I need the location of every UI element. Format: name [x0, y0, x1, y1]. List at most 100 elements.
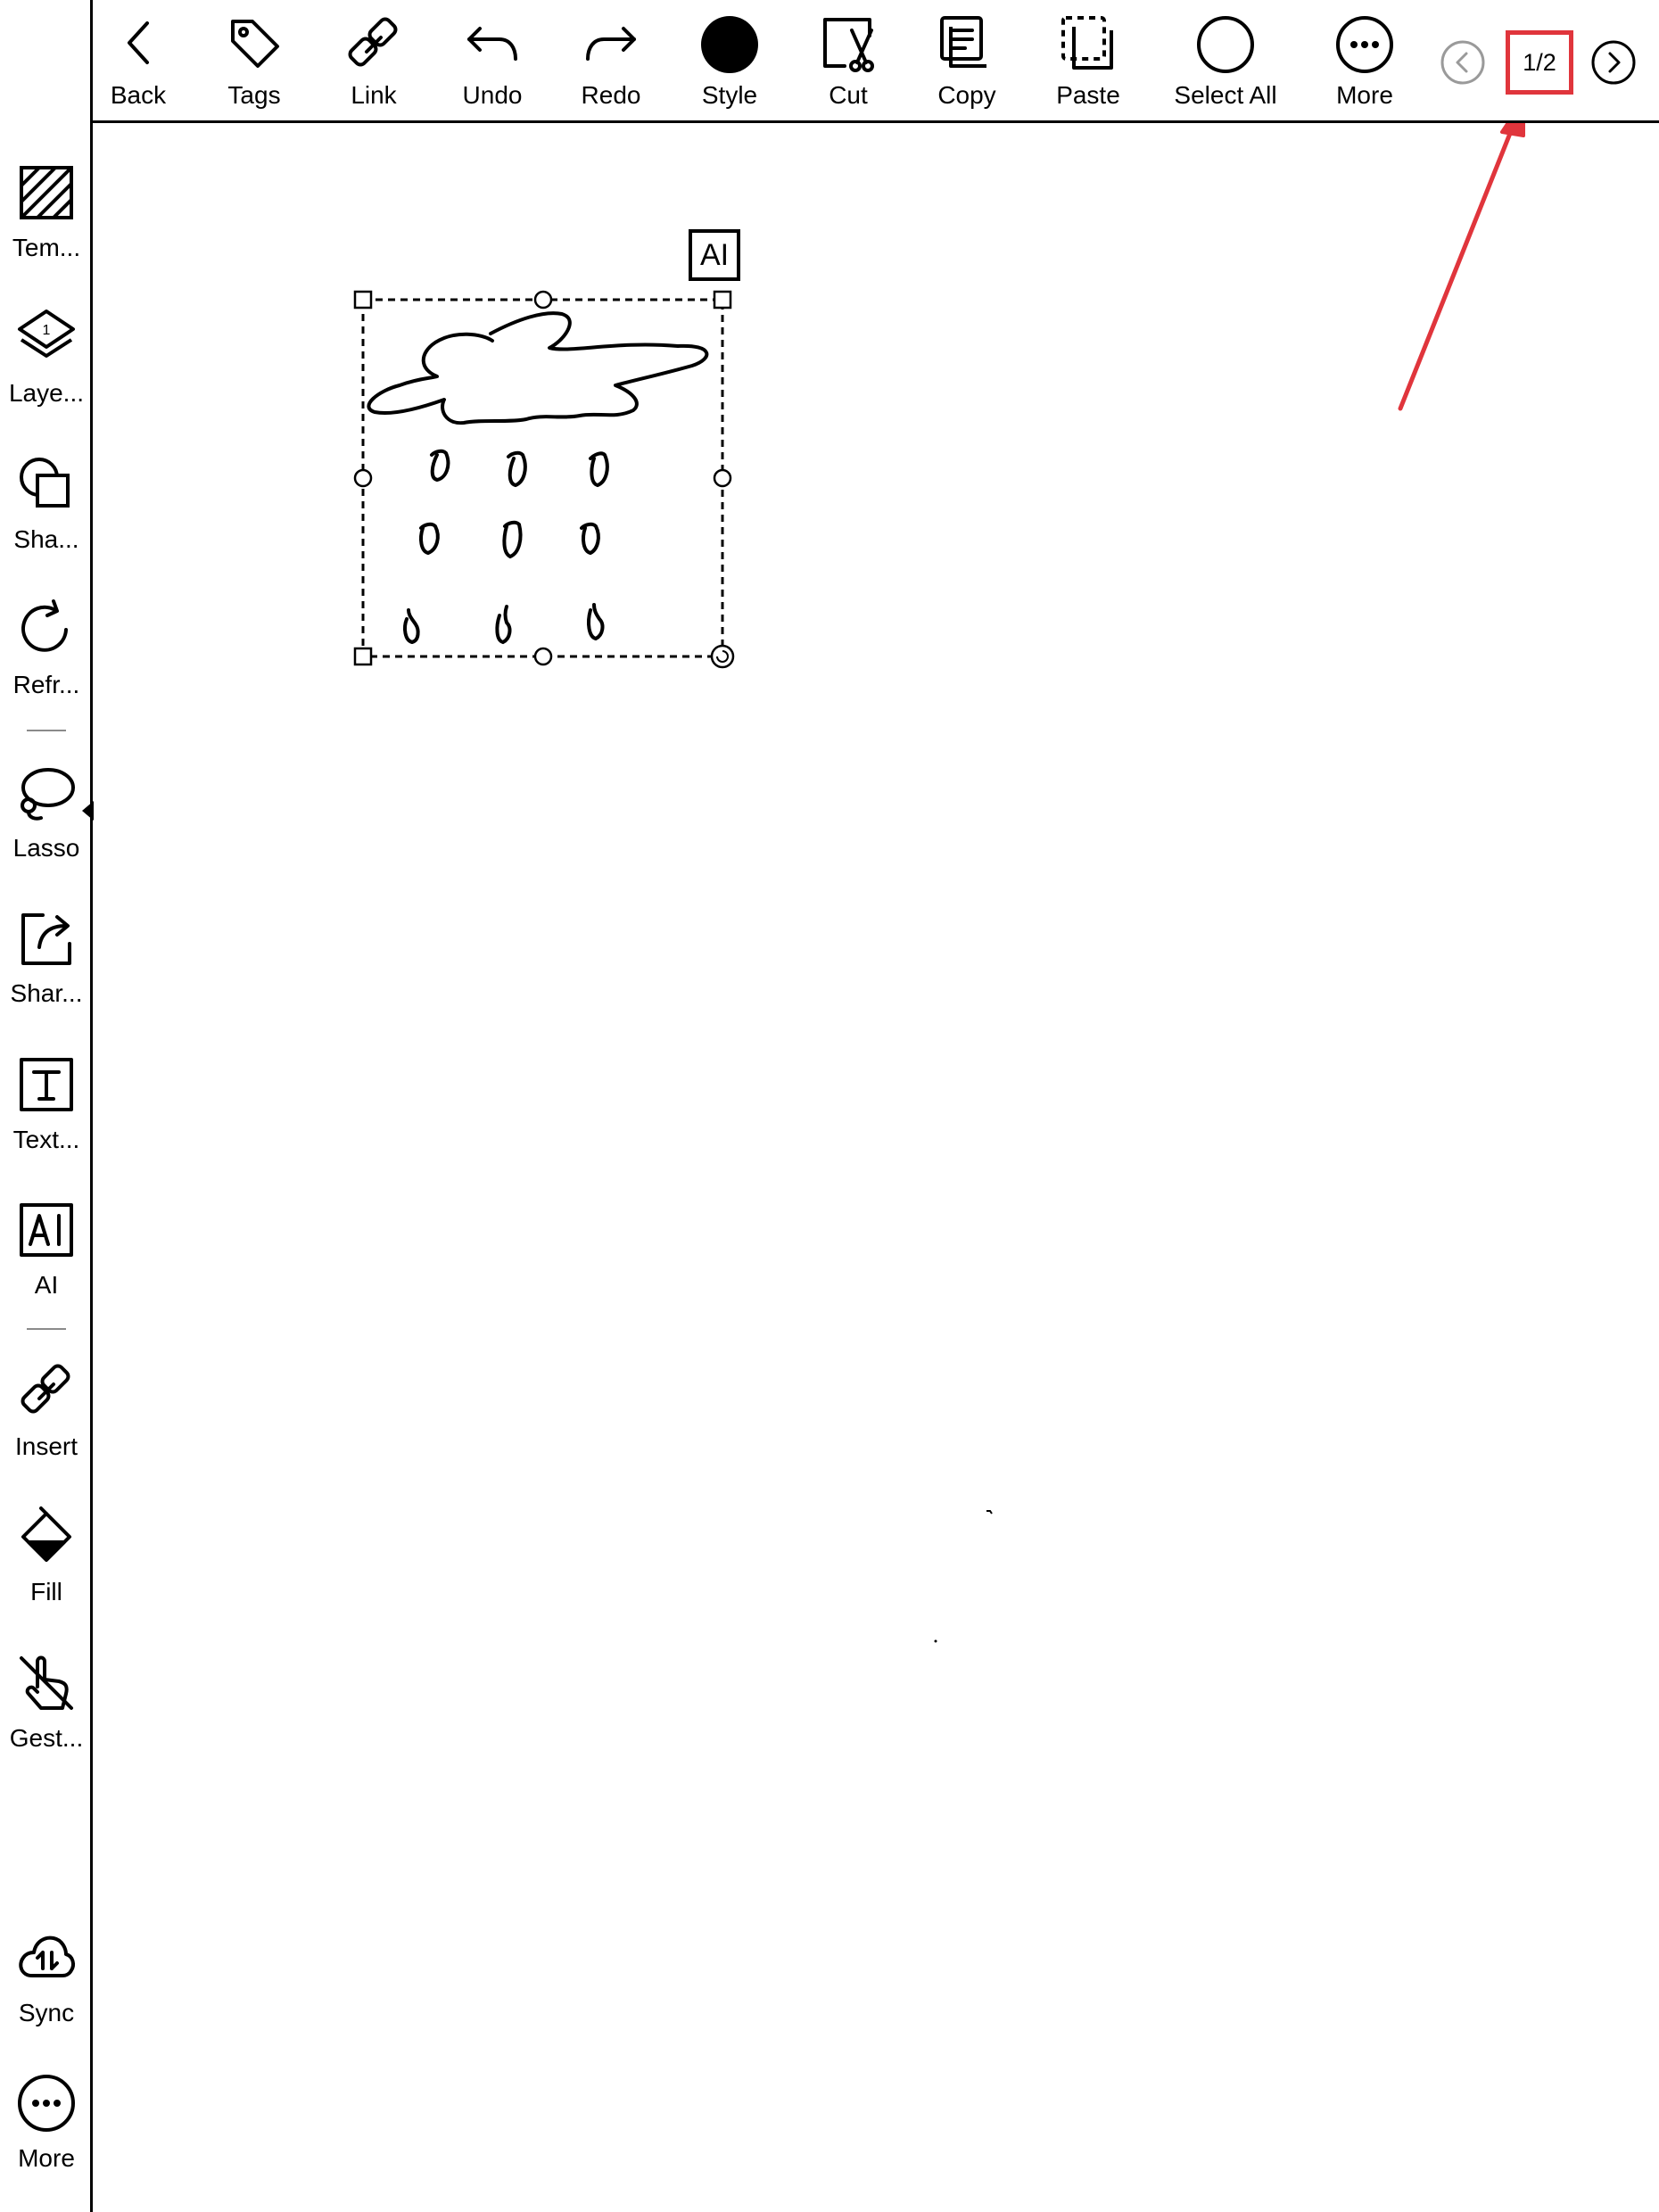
resize-handle-bottom[interactable] [533, 647, 553, 666]
lasso-button[interactable]: Lasso [0, 761, 93, 863]
circle-outline-icon [1197, 16, 1254, 73]
insert-label: Insert [14, 1432, 78, 1460]
undo-icon [467, 27, 517, 61]
raindrop-mark [502, 520, 523, 559]
resize-handle-right[interactable] [713, 468, 732, 488]
stray-ink-speck [934, 1639, 937, 1643]
select-all-button[interactable]: Select All [1168, 0, 1283, 123]
more-dots-icon [1336, 16, 1393, 73]
text-box-icon [20, 1058, 73, 1111]
layers-button[interactable]: 1 Laye... [0, 306, 93, 408]
fill-button[interactable]: Fill [0, 1505, 93, 1606]
paste-button[interactable]: Paste [1052, 0, 1124, 123]
rotate-handle[interactable] [710, 644, 735, 669]
top-toolbar: Back Tags Link Undo Redo Style Cut Copy … [0, 0, 1659, 123]
cut-button[interactable]: Cut [815, 0, 881, 123]
refresh-button[interactable]: Refr... [0, 598, 93, 699]
undo-label: Undo [462, 81, 523, 109]
back-button[interactable]: Back [105, 0, 171, 123]
redo-button[interactable]: Redo [578, 0, 644, 123]
resize-handle-bottom-left[interactable] [353, 647, 373, 666]
templates-label: Tem... [12, 234, 81, 261]
more-label: More [1336, 81, 1393, 109]
tags-label: Tags [227, 81, 281, 109]
text-button[interactable]: Text... [0, 1052, 93, 1154]
back-label: Back [110, 81, 167, 109]
ai-badge-label: AI [700, 238, 729, 272]
tags-button[interactable]: Tags [221, 0, 287, 123]
gestures-label: Gest... [9, 1724, 84, 1752]
undo-button[interactable]: Undo [459, 0, 525, 123]
select-all-label: Select All [1174, 81, 1277, 109]
share-label: Shar... [10, 979, 83, 1007]
sync-button[interactable]: Sync [0, 1926, 93, 2027]
cut-label: Cut [829, 81, 868, 109]
sidebar-divider [27, 1328, 66, 1330]
ai-icon [20, 1203, 73, 1257]
ai-button[interactable]: AI [0, 1198, 93, 1300]
text-label: Text... [12, 1126, 80, 1153]
link-button[interactable]: Link [341, 0, 407, 123]
templates-button[interactable]: Tem... [0, 161, 93, 262]
ai-label: AI [34, 1271, 59, 1299]
raindrop-mark [495, 605, 512, 645]
paste-icon [1061, 16, 1113, 70]
copy-button[interactable]: Copy [934, 0, 1000, 123]
canvas-layer: AI [353, 123, 1525, 1643]
copy-icon [940, 16, 986, 68]
raindrop-mark [580, 522, 600, 556]
scissors-icon [823, 18, 874, 72]
sidebar-more-label: More [18, 2144, 75, 2172]
resize-handle-top-left[interactable] [353, 290, 373, 310]
resize-handle-top-right[interactable] [713, 290, 732, 310]
selection-box[interactable] [361, 298, 724, 658]
drawing-canvas[interactable]: AI [93, 123, 1659, 2212]
insert-link-icon [21, 1364, 70, 1414]
sidebar-divider [27, 730, 66, 731]
handwritten-cloud-stroke [367, 311, 709, 425]
shapes-button[interactable]: Sha... [0, 452, 93, 554]
sync-label: Sync [18, 1999, 75, 2026]
style-label: Style [701, 81, 758, 109]
previous-page-button[interactable] [1440, 39, 1486, 86]
refresh-icon [21, 599, 68, 652]
raindrop-mark [430, 449, 450, 483]
raindrop-mark [419, 522, 440, 556]
style-button[interactable]: Style [697, 0, 763, 123]
fill-label: Fill [30, 1578, 62, 1605]
template-hatch-icon [20, 166, 73, 219]
filled-circle-icon [701, 16, 758, 73]
layers-label: Laye... [8, 379, 85, 407]
more-button[interactable]: More [1332, 0, 1398, 123]
chevron-left-icon [128, 21, 149, 64]
shapes-label: Sha... [13, 525, 79, 553]
raindrop-mark [587, 603, 605, 641]
share-button[interactable]: Shar... [0, 906, 93, 1008]
next-page-button[interactable] [1590, 39, 1637, 86]
copy-label: Copy [937, 81, 996, 109]
raindrop-mark [589, 451, 609, 488]
resize-handle-left[interactable] [353, 468, 373, 488]
layers-icon: 1 [18, 310, 75, 358]
cloud-sync-icon [19, 1936, 75, 1977]
stray-ink-speck [986, 1510, 993, 1515]
paste-label: Paste [1056, 81, 1120, 109]
insert-button[interactable]: Insert [0, 1359, 93, 1461]
link-icon [348, 17, 398, 67]
redo-icon [586, 27, 636, 61]
chevron-right-circle-icon [1591, 40, 1636, 85]
gestures-button[interactable]: Gest... [0, 1651, 93, 1753]
annotation-arrow [1398, 123, 1525, 411]
tag-icon [231, 20, 279, 68]
lasso-label: Lasso [12, 834, 80, 862]
lasso-icon [21, 768, 75, 821]
ai-recognize-button[interactable]: AI [689, 229, 740, 281]
raindrop-mark [403, 608, 420, 645]
sidebar-more-button[interactable]: More [0, 2071, 93, 2173]
layer-count: 1 [43, 323, 51, 338]
page-indicator[interactable]: 1/2 [1506, 30, 1573, 95]
chevron-left-circle-icon [1440, 40, 1485, 85]
raindrop-mark [507, 450, 527, 488]
shapes-icon [20, 458, 70, 508]
resize-handle-top[interactable] [533, 290, 553, 310]
